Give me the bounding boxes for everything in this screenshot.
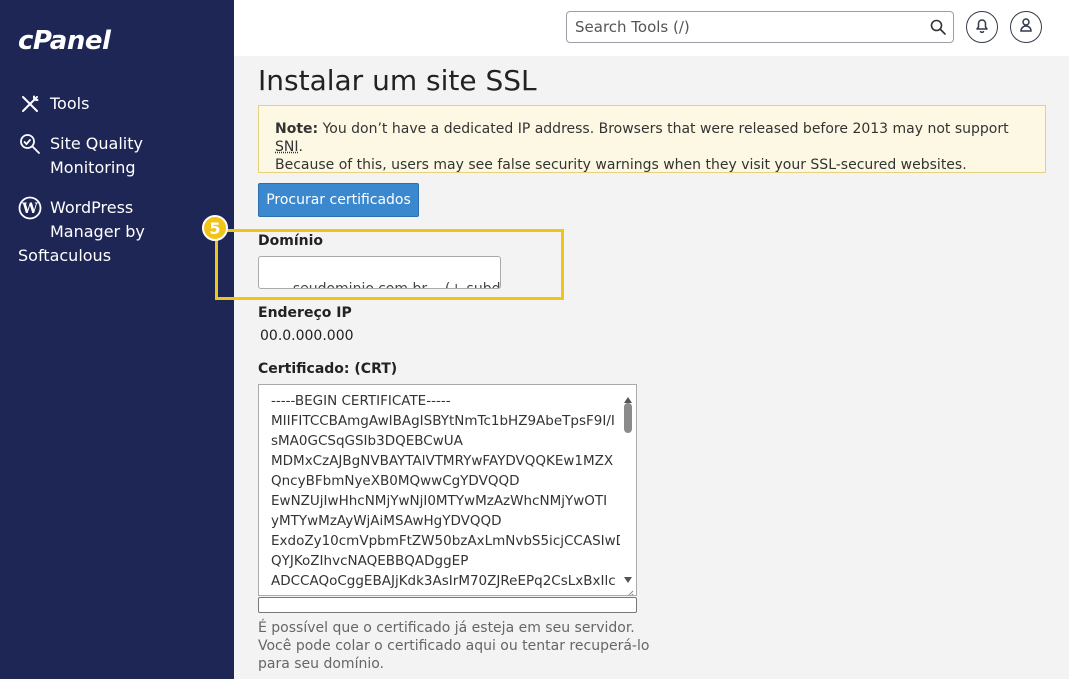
sidebar-item-wordpress-manager[interactable]: W WordPress Manager by [18,196,200,244]
certificate-label: Certificado: (CRT) [258,361,398,377]
search-box[interactable] [566,11,954,43]
resize-handle-icon[interactable] [624,583,634,595]
scroll-down-icon[interactable] [623,569,633,583]
sidebar-item-label: Tools [50,94,90,113]
sni-warning-alert: Note: You don’t have a dedicated IP addr… [258,105,1046,173]
domain-label: Domínio [258,233,324,249]
domain-select-value: seudominio.com.br (+ subdo [292,281,501,289]
search-icon[interactable] [929,18,947,36]
alert-line-2: Because of this, users may see false sec… [275,157,967,173]
alert-text-end: . [298,139,303,155]
sidebar-item-label: Site Quality Monitoring [50,134,143,177]
scroll-up-icon[interactable] [623,389,633,403]
alert-text: You don’t have a dedicated IP address. B… [318,121,1009,137]
ip-address-value: 00.0.000.000 [260,328,354,344]
alert-prefix: Note: [275,121,319,137]
sidebar: cPanel Tools Site Quality Monitoring W W… [0,0,234,679]
wordpress-icon: W [18,196,42,220]
certificate-text: -----BEGIN CERTIFICATE----- MIIFITCCBAmg… [271,393,627,595]
certificate-textarea[interactable]: -----BEGIN CERTIFICATE----- MIIFITCCBAmg… [258,384,637,596]
sni-abbreviation: SNI [275,139,299,155]
alert-line-1: Note: You don’t have a dedicated IP addr… [275,120,1029,156]
cpanel-logo[interactable]: cPanel [18,26,111,56]
main-content: Instalar um site SSL Note: You don’t hav… [202,56,1069,679]
page-title: Instalar um site SSL [258,64,537,97]
browse-certificates-button[interactable]: Procurar certificados [258,183,419,217]
user-icon [1019,17,1033,37]
svg-text:W: W [21,201,38,217]
bell-icon [975,17,989,37]
certificate-help-text: É possível que o certificado já esteja e… [258,620,650,672]
chevron-down-icon [482,267,494,279]
sidebar-item-label-softaculous[interactable]: Softaculous [18,244,111,268]
certificate-field-bottom[interactable] [258,597,637,613]
top-header [234,0,1069,56]
sidebar-item-label: WordPress Manager by [50,198,145,241]
step-number-badge: 5 [202,215,228,241]
tools-icon [18,92,42,116]
scroll-thumb[interactable] [624,403,632,433]
search-input[interactable] [575,17,915,37]
magnifier-icon [18,132,42,156]
notifications-button[interactable] [966,11,998,43]
ip-address-label: Endereço IP [258,305,352,321]
sidebar-item-tools[interactable]: Tools [18,92,89,116]
user-menu-button[interactable] [1010,11,1042,43]
domain-select[interactable]: seudominio.com.br (+ subdo [258,256,501,289]
textarea-scrollbar[interactable] [620,385,636,595]
sidebar-item-site-quality-monitoring[interactable]: Site Quality Monitoring [18,132,143,180]
